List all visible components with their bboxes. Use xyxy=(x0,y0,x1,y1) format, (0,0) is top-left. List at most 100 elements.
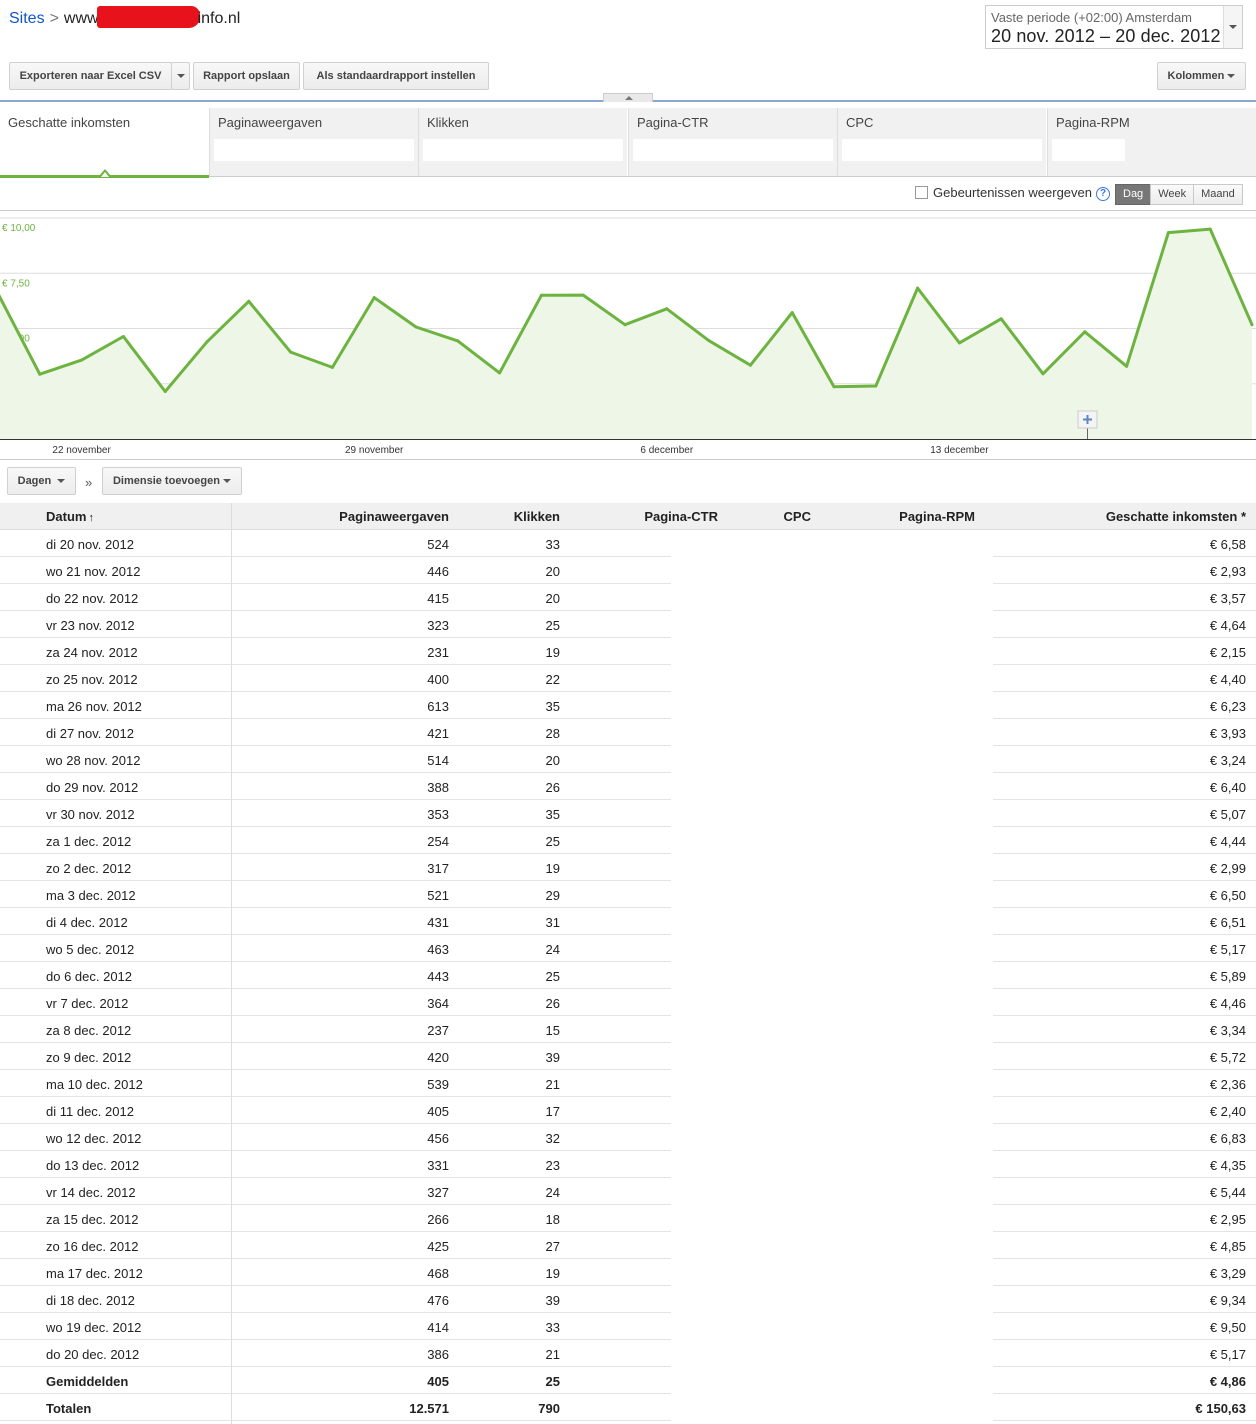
cell-pageviews: 421 xyxy=(427,726,449,741)
granularity-day-button[interactable]: Dag xyxy=(1115,184,1152,205)
tab-cpc[interactable]: CPC xyxy=(837,108,1046,177)
columns-button[interactable]: Kolommen xyxy=(1157,62,1246,90)
cell-pageviews: 415 xyxy=(427,591,449,606)
cell-clicks: 18 xyxy=(545,1212,560,1227)
redacted-value xyxy=(633,139,833,161)
table-row: vr 23 nov. 2012 323 25 € 4,64 xyxy=(0,611,1256,638)
tab-label: Klikken xyxy=(427,115,469,130)
header-cpc[interactable]: CPC xyxy=(784,509,811,524)
cell-pageviews: 446 xyxy=(427,564,449,579)
header-ctr[interactable]: Pagina-CTR xyxy=(644,509,718,524)
series-area xyxy=(0,229,1252,439)
table-row: ma 10 dec. 2012 539 21 € 2,36 xyxy=(0,1070,1256,1097)
cell-date: zo 25 nov. 2012 xyxy=(46,672,138,687)
cell-date: za 15 dec. 2012 xyxy=(46,1212,139,1227)
cell-earnings: € 2,36 xyxy=(1209,1077,1246,1092)
y-tick-label: € 7,50 xyxy=(2,278,30,289)
cell-earnings: € 9,34 xyxy=(1209,1293,1246,1308)
cell-date: vr 14 dec. 2012 xyxy=(46,1185,136,1200)
tab-pagina-rpm[interactable]: Pagina-RPM xyxy=(1047,108,1256,177)
cell-earnings: € 5,17 xyxy=(1209,942,1246,957)
table-row: do 29 nov. 2012 388 26 € 6,40 xyxy=(0,773,1256,800)
cell-clicks: 39 xyxy=(545,1050,560,1065)
data-point xyxy=(163,390,167,393)
tab-geschatte-inkomsten[interactable]: Geschatte inkomsten xyxy=(0,108,209,177)
cell-date: do 29 nov. 2012 xyxy=(46,780,139,795)
date-range-dropdown[interactable] xyxy=(1223,6,1242,48)
table-row: do 20 dec. 2012 386 21 € 5,17 xyxy=(0,1340,1256,1367)
tab-klikken[interactable]: Klikken xyxy=(418,108,627,177)
export-dropdown-button[interactable] xyxy=(171,62,190,90)
header-date[interactable]: Datum ↑ xyxy=(46,509,94,524)
table-row: za 24 nov. 2012 231 19 € 2,15 xyxy=(0,638,1256,665)
cell-earnings: € 3,34 xyxy=(1209,1023,1246,1038)
chevron-down-icon xyxy=(223,479,232,484)
cell-date: wo 28 nov. 2012 xyxy=(46,753,141,768)
cell-date: di 27 nov. 2012 xyxy=(46,726,134,741)
cell-clicks: 790 xyxy=(538,1401,560,1416)
events-checkbox[interactable] xyxy=(915,186,928,199)
cell-date: zo 16 dec. 2012 xyxy=(46,1239,139,1254)
granularity-week-button[interactable]: Week xyxy=(1150,184,1195,205)
data-point xyxy=(372,296,376,300)
table-row: za 1 dec. 2012 254 25 € 4,44 xyxy=(0,827,1256,854)
breadcrumb-separator: > xyxy=(49,10,59,27)
redacted-value xyxy=(214,139,414,161)
granularity-month-button[interactable]: Maand xyxy=(1193,184,1243,205)
export-csv-button[interactable]: Exporteren naar Excel CSV xyxy=(9,62,172,90)
data-point xyxy=(247,299,251,303)
cell-date: Totalen xyxy=(46,1401,92,1416)
earnings-chart: € 10,00€ 7,50€ 5,00€ 2,5022 november29 n… xyxy=(0,210,1256,460)
row-divider xyxy=(993,1420,1256,1421)
days-dimension-button[interactable]: Dagen xyxy=(7,467,76,495)
cell-date: wo 21 nov. 2012 xyxy=(46,564,141,579)
table-row: di 20 nov. 2012 524 33 € 6,58 xyxy=(0,530,1256,557)
table-row: zo 2 dec. 2012 317 19 € 2,99 xyxy=(0,854,1256,881)
header-pageviews[interactable]: Paginaweergaven xyxy=(339,509,449,524)
add-dimension-button[interactable]: Dimensie toevoegen xyxy=(102,467,242,495)
cell-earnings: € 3,57 xyxy=(1209,591,1246,606)
cell-earnings: € 2,95 xyxy=(1209,1212,1246,1227)
cell-pageviews: 539 xyxy=(427,1077,449,1092)
chevron-down-icon xyxy=(57,479,66,484)
show-events-toggle[interactable]: Gebeurtenissen weergeven? xyxy=(915,185,1110,201)
cell-clicks: 33 xyxy=(545,1320,560,1335)
tab-paginaweergaven[interactable]: Paginaweergaven xyxy=(209,108,418,177)
breadcrumb-sites-link[interactable]: Sites xyxy=(9,10,45,27)
data-point xyxy=(121,335,125,338)
redaction-mark xyxy=(96,6,200,28)
cell-pageviews: 476 xyxy=(427,1293,449,1308)
cell-clicks: 29 xyxy=(545,888,560,903)
data-point xyxy=(957,341,961,345)
table-row: wo 21 nov. 2012 446 20 € 2,93 xyxy=(0,557,1256,584)
cell-date: za 1 dec. 2012 xyxy=(46,834,132,849)
active-tab-notch-inner xyxy=(101,172,109,177)
date-range-picker[interactable]: Vaste periode (+02:00) Amsterdam 20 nov.… xyxy=(985,5,1243,49)
cell-earnings: € 4,44 xyxy=(1209,834,1246,849)
tab-pagina-ctr[interactable]: Pagina-CTR xyxy=(628,108,837,177)
cell-date: di 18 dec. 2012 xyxy=(46,1293,135,1308)
data-point xyxy=(498,371,502,375)
set-default-report-button[interactable]: Als standaardrapport instellen xyxy=(303,62,489,90)
x-tick-label: 13 december xyxy=(930,445,989,456)
table-row: wo 19 dec. 2012 414 33 € 9,50 xyxy=(0,1313,1256,1340)
cell-clicks: 21 xyxy=(545,1347,560,1362)
totals-row: Totalen 12.571 790 € 150,63 xyxy=(0,1394,1256,1421)
cell-earnings: € 2,40 xyxy=(1209,1104,1246,1119)
save-report-button[interactable]: Rapport opslaan xyxy=(193,62,300,90)
cell-date: do 20 dec. 2012 xyxy=(46,1347,140,1362)
help-icon[interactable]: ? xyxy=(1096,187,1110,201)
tab-label: CPC xyxy=(846,115,874,130)
data-point xyxy=(1083,330,1087,334)
header-earnings[interactable]: Geschatte inkomsten * xyxy=(1106,509,1246,524)
cell-pageviews: 364 xyxy=(427,996,449,1011)
cell-clicks: 27 xyxy=(545,1239,560,1254)
header-date-label: Datum xyxy=(46,509,87,524)
header-clicks[interactable]: Klikken xyxy=(514,509,560,524)
header-rpm[interactable]: Pagina-RPM xyxy=(899,509,975,524)
tab-label: Pagina-RPM xyxy=(1056,115,1130,130)
collapse-handle[interactable] xyxy=(603,93,653,102)
chevron-up-icon xyxy=(625,96,633,100)
cell-earnings: € 2,15 xyxy=(1209,645,1246,660)
cell-date: di 4 dec. 2012 xyxy=(46,915,128,930)
